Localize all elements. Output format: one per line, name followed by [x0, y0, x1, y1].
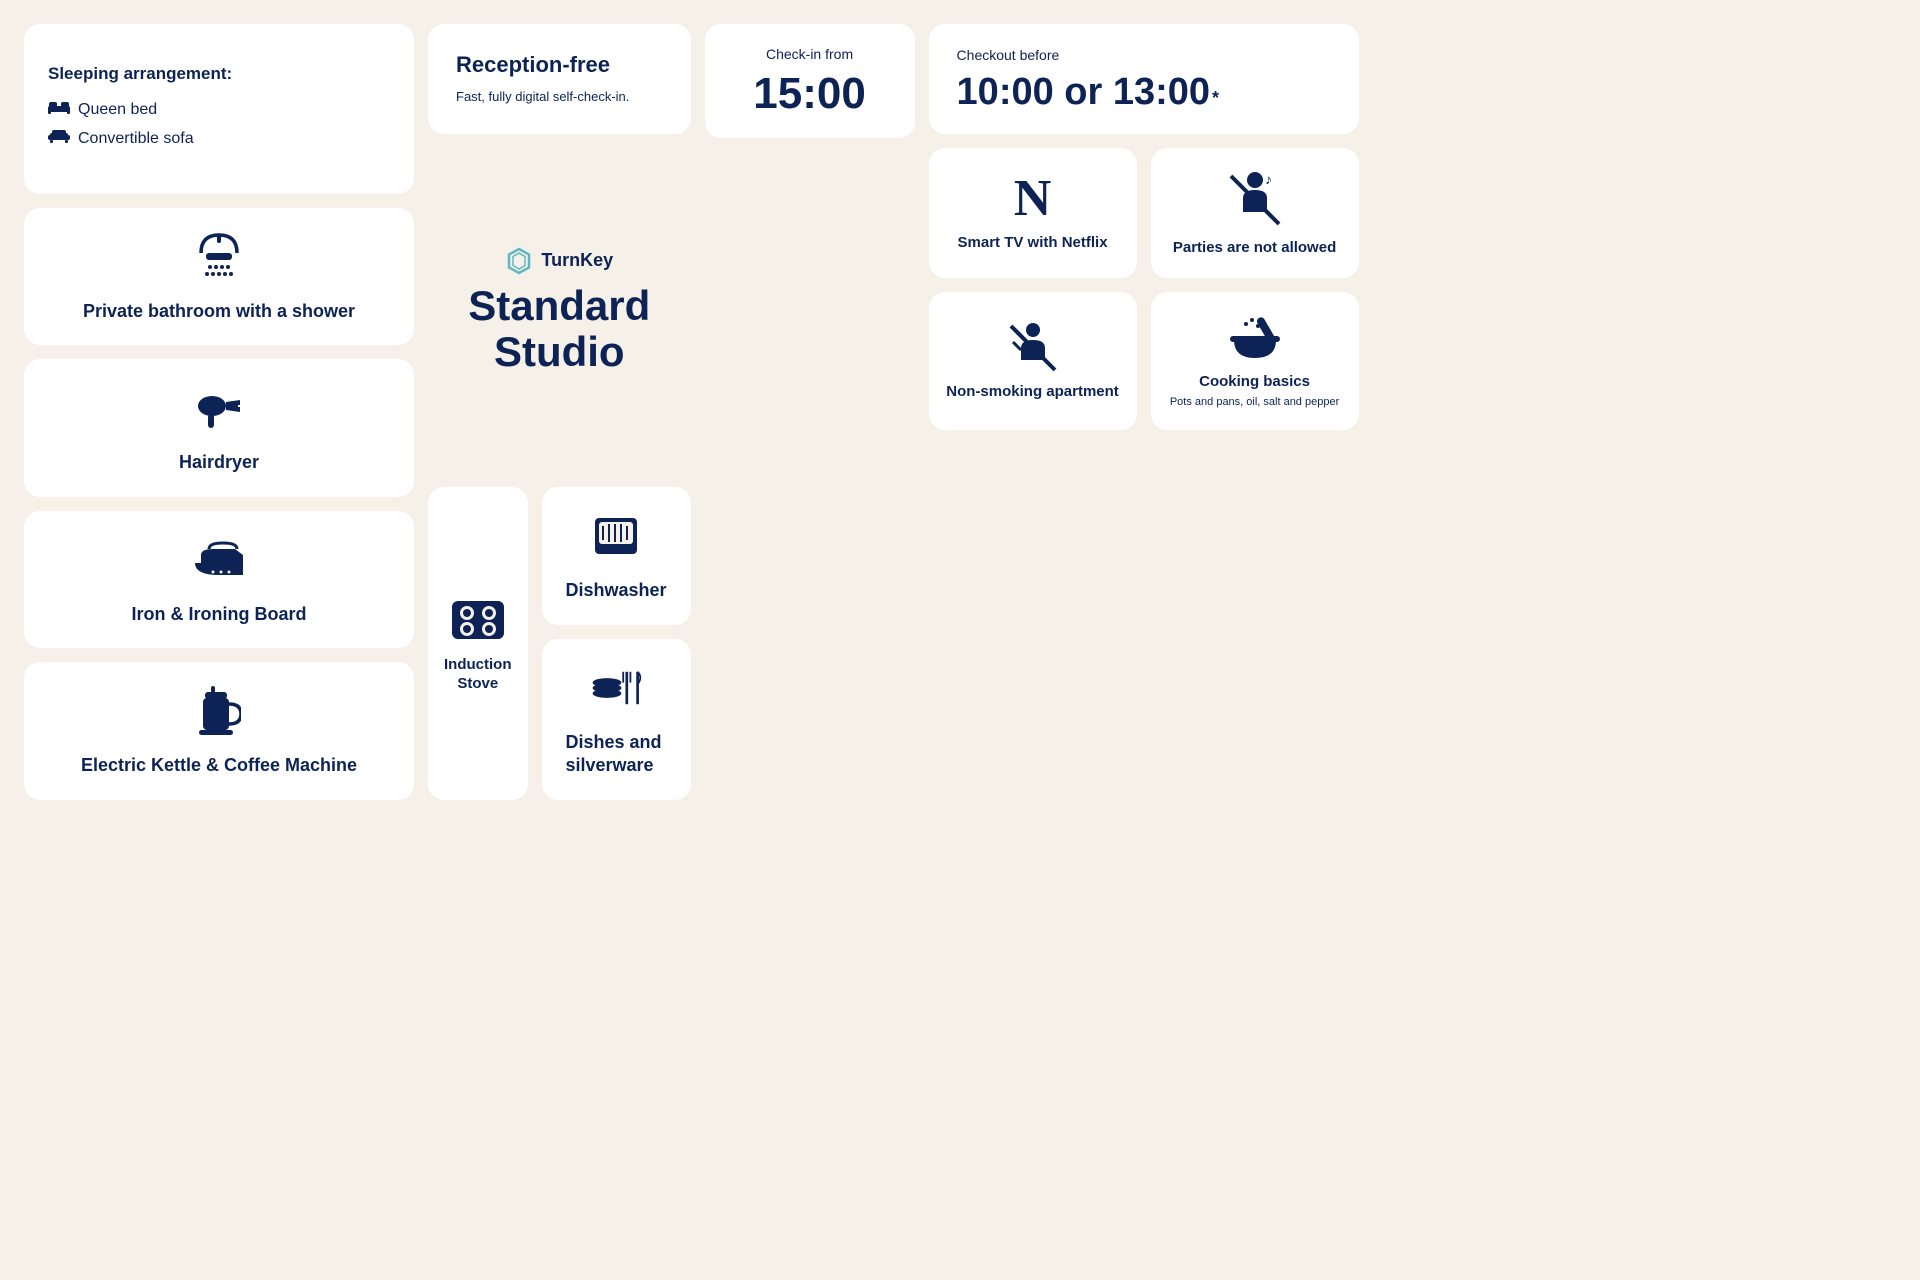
checkout-asterisk: *: [1212, 88, 1219, 109]
col2: Reception-free Fast, fully digital self-…: [428, 24, 691, 800]
cooking-subtitle: Pots and pans, oil, salt and pepper: [1170, 395, 1339, 410]
right-appliances: Dishwasher: [542, 487, 691, 799]
kettle-icon: [192, 684, 246, 738]
col4: Checkout before 10:00 or 13:00 * N Smart…: [929, 24, 1359, 800]
reception-subtitle: Fast, fully digital self-check-in.: [456, 88, 663, 106]
checkout-label: Checkout before: [957, 47, 1331, 63]
dishwasher-card: Dishwasher: [542, 487, 691, 624]
shower-icon: [192, 230, 246, 284]
induction-icon: [449, 593, 507, 645]
sofa-icon: [48, 125, 70, 154]
hairdryer-card: Hairdryer: [24, 359, 414, 496]
list-item: Convertible sofa: [48, 125, 390, 154]
sofa-label: Convertible sofa: [78, 125, 194, 154]
hairdryer-label: Hairdryer: [179, 451, 259, 474]
col3: Check-in from 15:00: [705, 24, 915, 800]
col4-bottom-row: Non-smoking apartment Cooking basics Pot…: [929, 292, 1359, 431]
induction-label: Induction Stove: [444, 655, 512, 694]
induction-card: Induction Stove: [428, 487, 528, 799]
cooking-card: Cooking basics Pots and pans, oil, salt …: [1151, 292, 1359, 431]
checkin-time: 15:00: [753, 72, 866, 116]
checkin-label: Check-in from: [766, 46, 853, 62]
dishes-icon: [589, 661, 643, 715]
smarttv-label: Smart TV with Netflix: [958, 233, 1108, 253]
bathroom-card: Private bathroom with a shower: [24, 208, 414, 345]
kettle-label: Electric Kettle & Coffee Machine: [81, 754, 357, 777]
svg-text:♪: ♪: [1265, 171, 1272, 187]
cooking-label: Cooking basics: [1199, 372, 1310, 392]
iron-card: Iron & Ironing Board: [24, 511, 414, 648]
parties-card: ♪ Parties are not allowed: [1151, 148, 1359, 278]
sleeping-list: Queen bed Convertible sofa: [48, 96, 390, 154]
dishwasher-icon: [589, 509, 643, 563]
col2-bottom-grid: Induction Stove: [428, 487, 691, 799]
col1: Sleeping arrangement: Queen bed Converti…: [24, 24, 414, 800]
checkout-card: Checkout before 10:00 or 13:00 *: [929, 24, 1359, 134]
dishes-label: Dishes and silverware: [566, 731, 667, 778]
turnkey-logo-icon: [505, 247, 533, 275]
kettle-card: Electric Kettle & Coffee Machine: [24, 662, 414, 799]
main-grid: Sleeping arrangement: Queen bed Converti…: [24, 24, 1342, 800]
brand-name: TurnKey: [541, 250, 613, 271]
netflix-n: N: [1014, 173, 1052, 225]
no-smoking-icon: [1003, 320, 1063, 372]
bathroom-label: Private bathroom with a shower: [83, 300, 355, 323]
bed-label: Queen bed: [78, 96, 157, 125]
reception-card: Reception-free Fast, fully digital self-…: [428, 24, 691, 134]
logo-row: TurnKey: [505, 247, 613, 275]
nosmoking-label: Non-smoking apartment: [946, 382, 1119, 402]
list-item: Queen bed: [48, 96, 390, 125]
cooking-icon: [1226, 312, 1284, 362]
iron-icon: [192, 533, 246, 587]
brand-center: TurnKey Standard Studio: [428, 148, 691, 473]
col4-top-row: N Smart TV with Netflix ♪ Parties are no…: [929, 148, 1359, 278]
hairdryer-icon: [192, 381, 246, 435]
reception-title: Reception-free: [456, 52, 663, 78]
sleeping-card: Sleeping arrangement: Queen bed Converti…: [24, 24, 414, 194]
dishwasher-label: Dishwasher: [566, 579, 667, 602]
studio-title: Standard Studio: [428, 283, 691, 375]
nosmoking-card: Non-smoking apartment: [929, 292, 1137, 431]
no-parties-icon: ♪: [1223, 168, 1287, 228]
dishes-card: Dishes and silverware: [542, 639, 691, 800]
bed-icon: [48, 96, 70, 125]
smarttv-card: N Smart TV with Netflix: [929, 148, 1137, 278]
checkin-card: Check-in from 15:00: [705, 24, 915, 138]
iron-label: Iron & Ironing Board: [132, 603, 307, 626]
parties-label: Parties are not allowed: [1173, 238, 1336, 258]
sleeping-title: Sleeping arrangement:: [48, 64, 390, 84]
checkout-time: 10:00 or 13:00: [957, 73, 1211, 111]
